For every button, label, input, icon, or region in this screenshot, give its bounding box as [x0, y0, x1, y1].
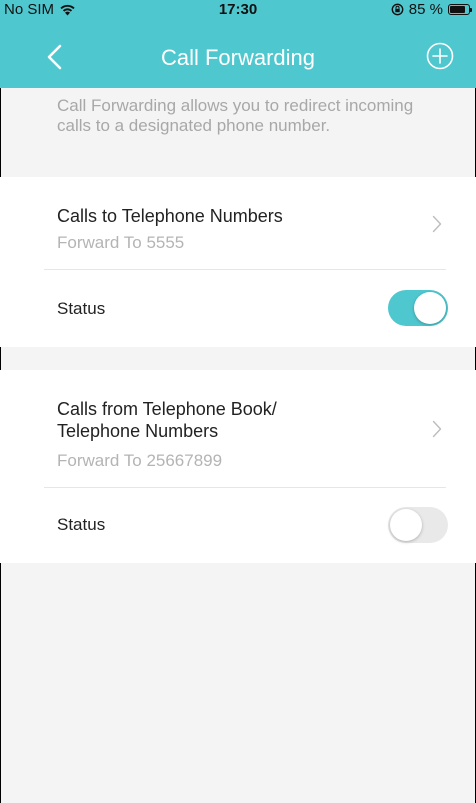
app-header: No SIM 17:30 85 % Call Forwarding [0, 0, 476, 88]
rule-title: Calls from Telephone Book/ Telephone Num… [57, 399, 277, 441]
rule-subtitle: Forward To 5555 [57, 233, 185, 252]
status-label: Status [57, 515, 106, 534]
toggle-knob [414, 292, 446, 324]
nav-bar: Call Forwarding [0, 28, 476, 88]
row-divider [44, 487, 446, 488]
forwarding-rule-card: Calls from Telephone Book/ Telephone Num… [0, 370, 476, 563]
rule-row-telephone-book[interactable]: Calls from Telephone Book/ Telephone Num… [0, 370, 476, 487]
description-text: Call Forwarding allows you to redirect i… [57, 96, 414, 135]
battery-percent: 85 % [408, 1, 443, 18]
rule-title: Calls to Telephone Numbers [57, 206, 283, 226]
row-divider [44, 269, 446, 270]
chevron-right-icon [432, 215, 442, 233]
orientation-lock-icon [391, 3, 404, 16]
status-bar: No SIM 17:30 85 % [0, 0, 476, 20]
plus-circle-icon[interactable] [426, 42, 454, 70]
toggle-knob [390, 509, 422, 541]
rule-subtitle: Forward To 25667899 [57, 451, 223, 470]
status-toggle[interactable] [388, 507, 448, 543]
page-title: Call Forwarding [160, 45, 316, 70]
forwarding-rule-card: Calls to Telephone Numbers Forward To 55… [0, 177, 476, 347]
status-label: Status [57, 299, 106, 318]
chevron-right-icon [432, 420, 442, 438]
battery-icon [448, 4, 472, 15]
rule-row-telephone-numbers[interactable]: Calls to Telephone Numbers Forward To 55… [0, 177, 476, 269]
status-toggle[interactable] [388, 290, 448, 326]
battery-level [450, 6, 465, 13]
